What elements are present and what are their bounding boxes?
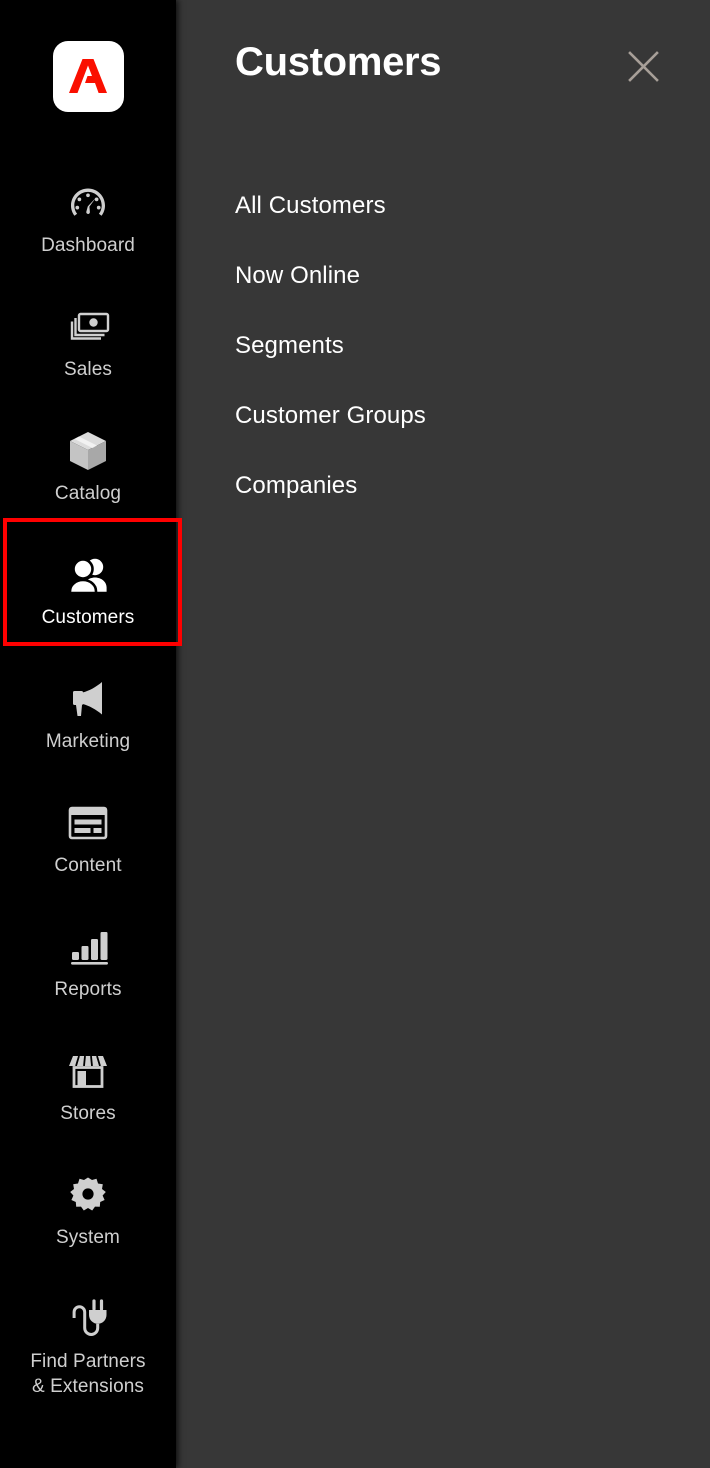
sidebar-item-content[interactable]: Content <box>0 790 176 914</box>
megaphone-icon <box>66 676 110 722</box>
gauge-icon <box>68 180 108 226</box>
submenu-item-customer-groups[interactable]: Customer Groups <box>235 400 426 432</box>
list-item: Segments <box>176 330 710 400</box>
box-icon <box>67 428 109 474</box>
sidebar-item-stores[interactable]: Stores <box>0 1038 176 1162</box>
sidebar-item-find-partners-extensions[interactable]: Find Partners & Extensions <box>0 1286 176 1410</box>
list-item: Customer Groups <box>176 400 710 470</box>
submenu-header: Customers <box>176 0 710 135</box>
list-item: Companies <box>176 470 710 540</box>
sidebar-item-label: System <box>56 1227 120 1248</box>
plug-icon <box>67 1296 109 1342</box>
sidebar-item-marketing[interactable]: Marketing <box>0 666 176 790</box>
sidebar-item-sales[interactable]: Sales <box>0 294 176 418</box>
primary-sidebar: Dashboard Sales Catalog Customers Market… <box>0 0 182 1468</box>
sidebar-item-label: Stores <box>60 1103 116 1124</box>
sidebar-item-label: Find Partners & Extensions <box>30 1351 146 1397</box>
storefront-icon <box>67 1048 109 1094</box>
bar-chart-icon <box>67 924 109 970</box>
logo-container <box>0 41 176 112</box>
adobe-logo-icon[interactable] <box>52 41 124 112</box>
submenu-item-segments[interactable]: Segments <box>235 330 344 362</box>
submenu-panel: Customers All Customers Now Online Segme… <box>176 0 710 1468</box>
submenu-item-all-customers[interactable]: All Customers <box>235 190 386 222</box>
sidebar-item-catalog[interactable]: Catalog <box>0 418 176 542</box>
sidebar-item-label: Dashboard <box>41 235 135 256</box>
users-icon <box>66 552 110 598</box>
sidebar-item-reports[interactable]: Reports <box>0 914 176 1038</box>
sidebar-item-customers[interactable]: Customers <box>0 542 176 666</box>
close-x-icon[interactable] <box>621 44 665 88</box>
submenu-list: All Customers Now Online Segments Custom… <box>176 190 710 540</box>
list-item: Now Online <box>176 260 710 330</box>
sidebar-item-label: Customers <box>41 607 135 628</box>
layout-page-icon <box>67 800 109 846</box>
admin-menu-screen: Dashboard Sales Catalog Customers Market… <box>0 0 710 1468</box>
sidebar-item-system[interactable]: System <box>0 1162 176 1286</box>
submenu-item-companies[interactable]: Companies <box>235 470 357 502</box>
sidebar-item-label: Reports <box>54 979 122 1000</box>
gear-icon <box>69 1172 107 1218</box>
submenu-item-now-online[interactable]: Now Online <box>235 260 360 292</box>
list-item: All Customers <box>176 190 710 260</box>
sidebar-item-label: Catalog <box>54 483 122 504</box>
sidebar-nav-list: Dashboard Sales Catalog Customers Market… <box>0 170 176 1410</box>
sidebar-item-label: Sales <box>63 359 113 380</box>
sidebar-item-dashboard[interactable]: Dashboard <box>0 170 176 294</box>
sidebar-item-label: Marketing <box>45 731 131 752</box>
page-title: Customers <box>235 40 442 84</box>
sidebar-item-label: Content <box>54 855 122 876</box>
money-stack-icon <box>66 304 110 350</box>
